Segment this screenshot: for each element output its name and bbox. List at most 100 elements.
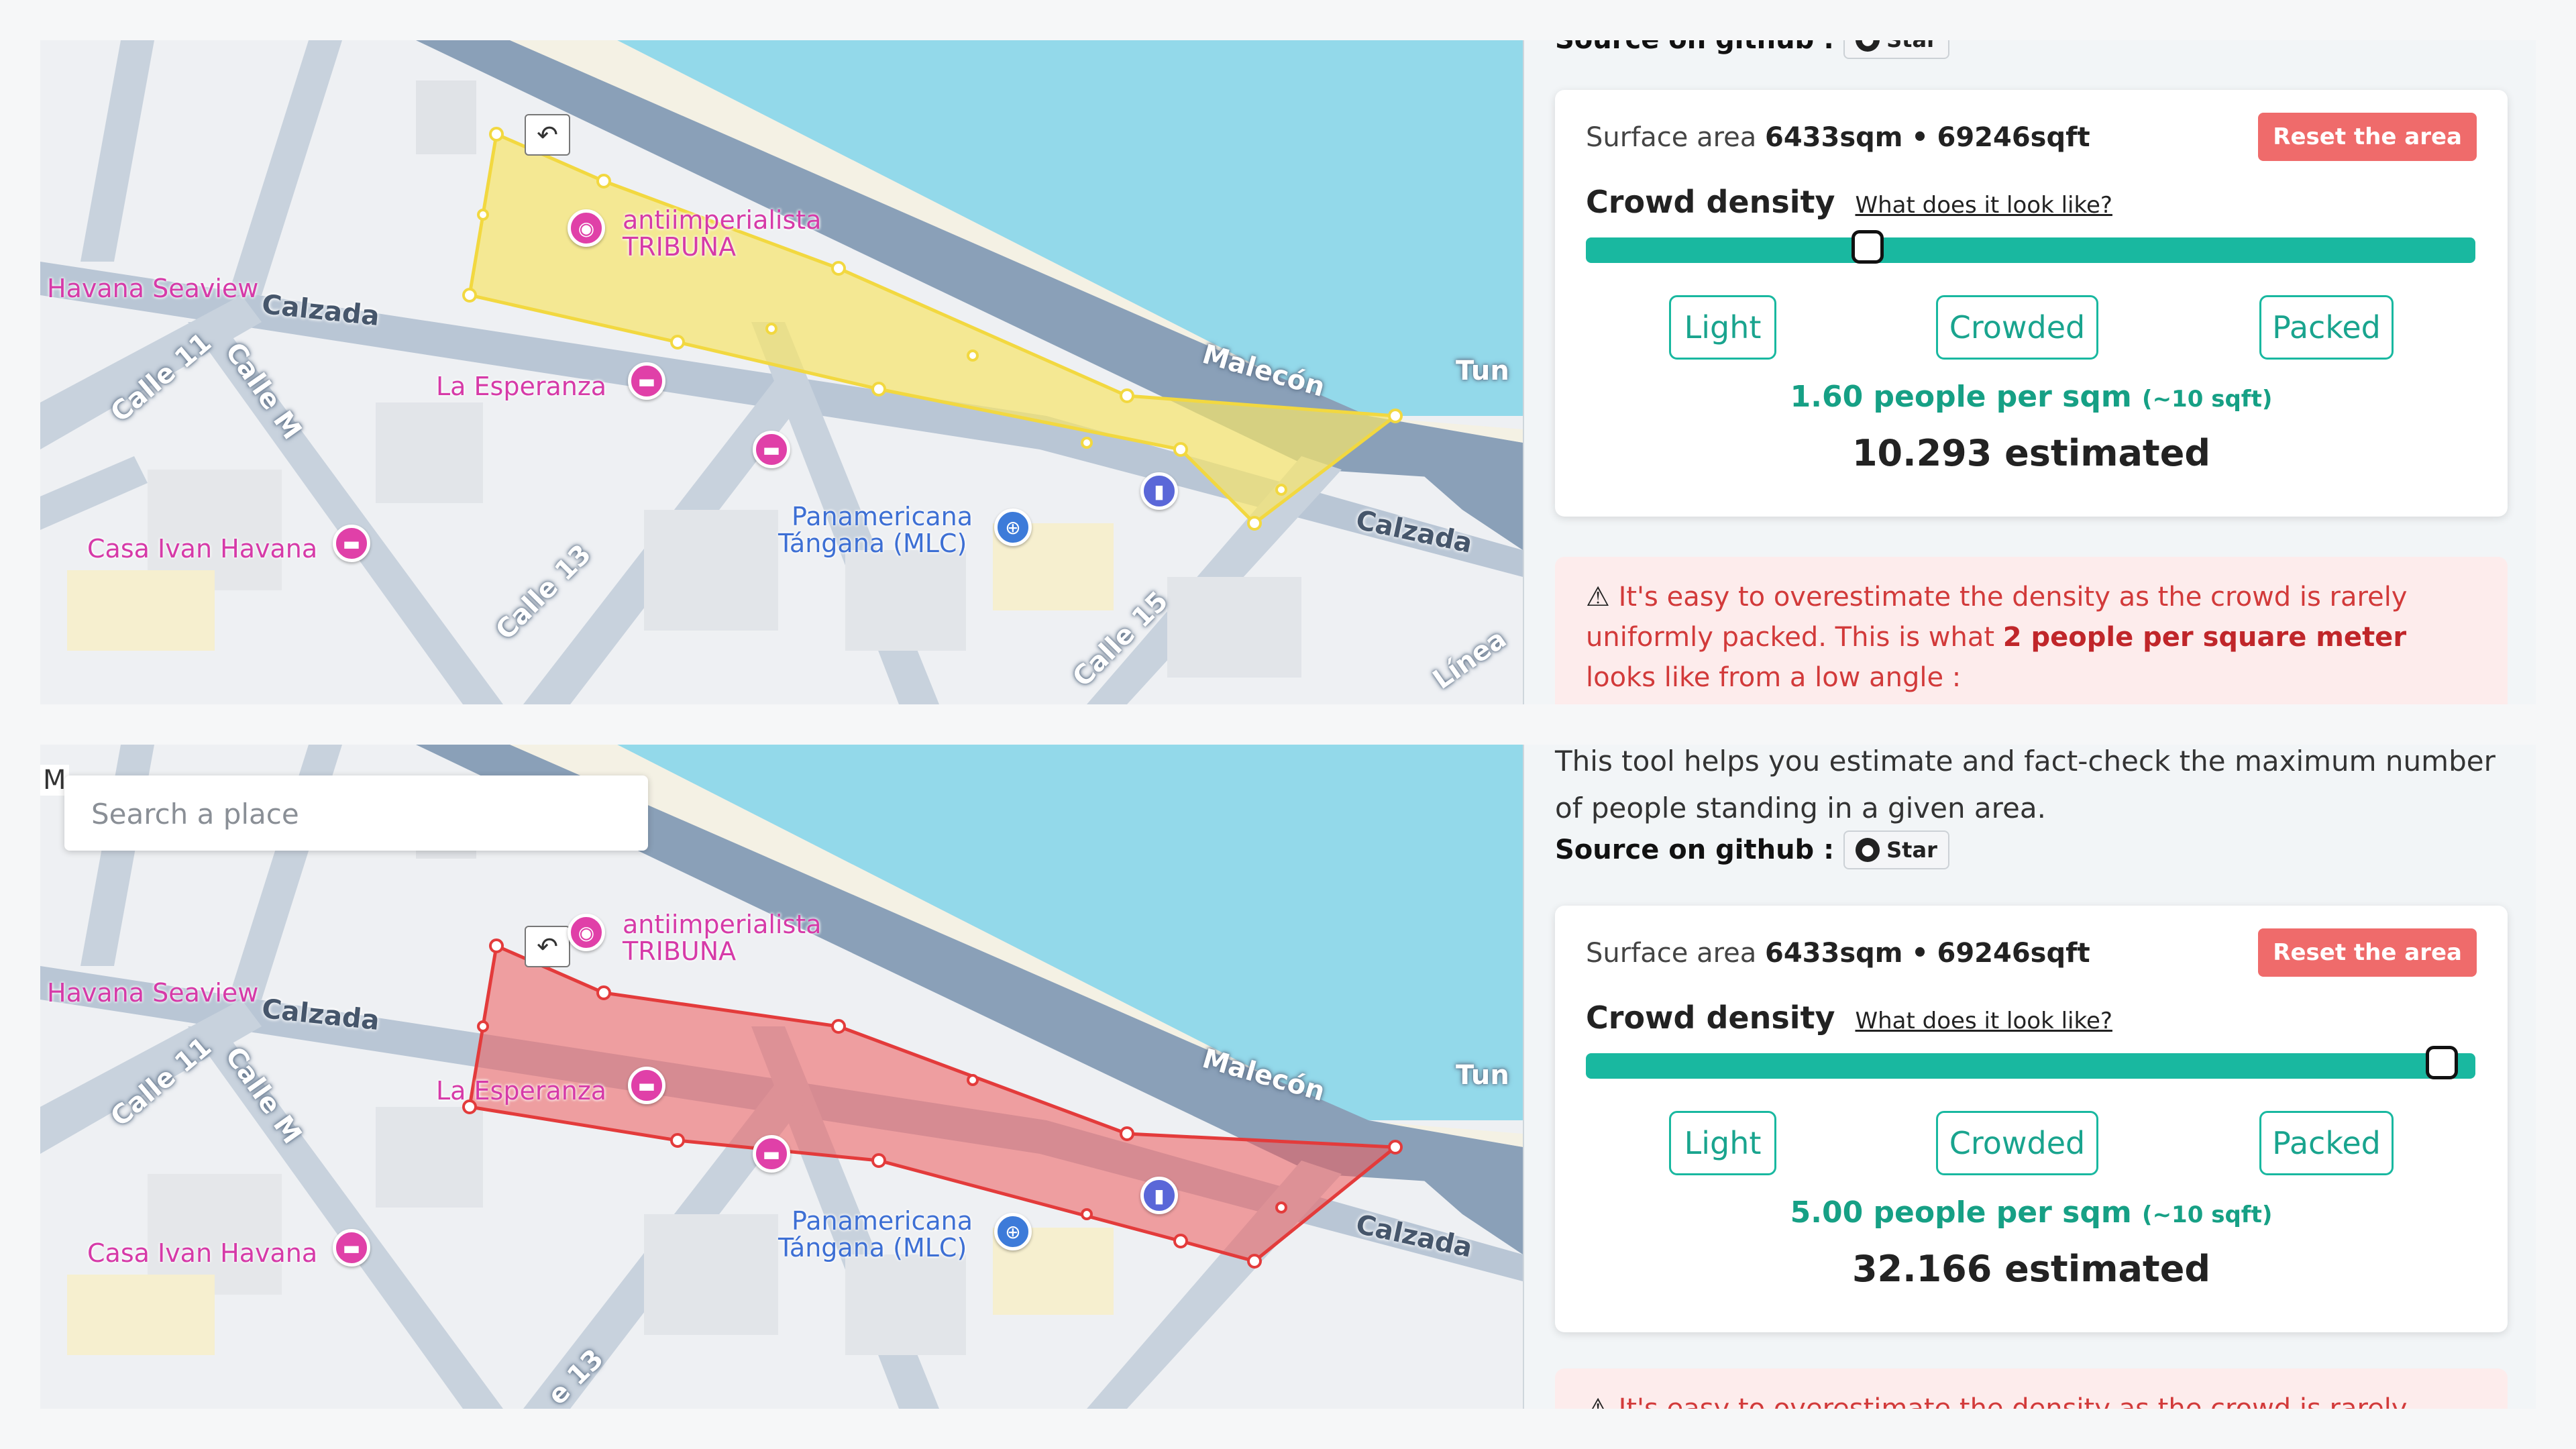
crowd-density-heading: Crowd density What does it look like? (1586, 184, 2112, 220)
estimated-count: 10.293 estimated (1851, 432, 2211, 474)
shopping-bag-icon: ⊕ (1005, 1220, 1021, 1243)
what-does-it-look-like-link[interactable]: What does it look like? (1856, 1008, 2112, 1034)
poi-casa-ivan[interactable]: Casa Ivan Havana (87, 534, 317, 564)
source-line: Source on github : ●Star (1555, 40, 1949, 59)
packed-button[interactable]: Packed (2259, 1111, 2394, 1175)
undo-icon: ↶ (537, 120, 558, 150)
hotel-pin-esperanza[interactable]: ▬ (628, 362, 665, 400)
shop-pin[interactable]: ⊕ (994, 508, 1032, 546)
fuel-icon: ▮ (1154, 1184, 1165, 1207)
density-slider-handle[interactable] (1851, 230, 1884, 264)
poi-tribuna-pin[interactable]: ◉ (568, 209, 605, 247)
light-button[interactable]: Light (1669, 295, 1776, 360)
reset-area-button[interactable]: Reset the area (2258, 928, 2477, 977)
density-slider[interactable] (1586, 230, 2475, 264)
surface-area: Surface area 6433sqm • 69246sqft (1586, 938, 2090, 969)
poi-antiimperialista[interactable]: antiimperialista (623, 910, 821, 939)
poi-antiimperialista[interactable]: antiimperialista (623, 205, 821, 235)
reset-area-button[interactable]: Reset the area (2258, 113, 2477, 161)
crowd-density-label: Crowd density (1586, 184, 1835, 220)
hotel-pin-casa-ivan[interactable]: ▬ (333, 1229, 370, 1267)
poi-panamericana[interactable]: Panamericana (792, 1208, 973, 1234)
search-box[interactable] (64, 775, 648, 852)
light-button[interactable]: Light (1669, 1111, 1776, 1175)
bed-icon: ▬ (762, 438, 781, 461)
github-star-button[interactable]: ●Star (1843, 40, 1949, 59)
surface-separator: • (1911, 938, 1929, 969)
map-view[interactable]: M ↶ Havana Seaview Calzada Malecón Tun C… (40, 745, 1523, 1409)
camera-icon: ◉ (578, 217, 595, 239)
poi-tribuna[interactable]: TRIBUNA (623, 232, 736, 262)
source-label: Source on github : (1555, 40, 1834, 55)
packed-button[interactable]: Packed (2259, 295, 2394, 360)
sqft-note: (~10 sqft) (2142, 1201, 2273, 1228)
poi-tribuna-pin[interactable]: ◉ (568, 914, 605, 951)
bed-icon: ▬ (342, 1236, 361, 1259)
search-input[interactable] (64, 775, 629, 852)
warning-text-cut: It's easy to overestimate the density as… (1618, 1393, 2408, 1409)
shopping-bag-icon: ⊕ (1005, 516, 1021, 539)
side-panel: Source on github : ● Star Surface area 64… (1524, 40, 2536, 704)
estimated-count: 32.166 estimated (1851, 1248, 2211, 1290)
source-line: Source on github : ●Star (1555, 830, 1949, 869)
density-slider-handle[interactable] (2426, 1046, 2459, 1079)
surface-sqm: 6433sqm (1765, 122, 1903, 153)
poi-tribuna[interactable]: TRIBUNA (623, 936, 736, 966)
people-per-sqm-value: 1.60 people per sqm (1790, 380, 2132, 414)
warning-text-2: looks like from a low angle : (1586, 662, 1962, 693)
undo-button[interactable]: ↶ (525, 114, 570, 156)
crowded-button[interactable]: Crowded (1936, 1111, 2098, 1175)
density-slider[interactable] (1586, 1046, 2475, 1079)
bed-icon: ▬ (637, 1074, 656, 1097)
poi-la-esperanza[interactable]: La Esperanza (436, 1076, 606, 1106)
github-star-button[interactable]: ●Star (1843, 830, 1949, 869)
street-tun: Tun (1456, 356, 1509, 386)
surface-label: Surface area (1586, 938, 1757, 969)
fuel-icon: ▮ (1154, 480, 1165, 502)
screenshot-bottom: M ↶ Havana Seaview Calzada Malecón Tun C… (40, 745, 2536, 1409)
poi-tangana[interactable]: Tángana (MLC) (778, 1234, 967, 1261)
street-tun: Tun (1456, 1060, 1509, 1091)
poi-casa-ivan[interactable]: Casa Ivan Havana (87, 1238, 317, 1268)
estimate-card: Surface area 6433sqm • 69246sqft Reset t… (1555, 906, 2508, 1332)
undo-icon: ↶ (537, 932, 558, 961)
crowd-density-heading: Crowd density What does it look like? (1586, 1000, 2112, 1036)
bed-icon: ▬ (342, 532, 361, 555)
surface-sqft: 69246sqft (1937, 122, 2090, 153)
poi-tangana[interactable]: Tángana (MLC) (778, 530, 967, 557)
hotel-pin-esperanza[interactable]: ▬ (628, 1067, 665, 1104)
warning-bold: 2 people per square meter (2002, 622, 2407, 653)
crowded-button[interactable]: Crowded (1936, 295, 2098, 360)
hotel-pin[interactable]: ▬ (753, 1135, 790, 1173)
surface-sqm: 6433sqm (1765, 938, 1903, 969)
poi-la-esperanza[interactable]: La Esperanza (436, 372, 606, 401)
warning-box: ⚠ It's easy to overestimate the density … (1555, 557, 2508, 704)
star-label: Star (1886, 40, 1937, 52)
bed-icon: ▬ (637, 370, 656, 392)
camera-icon: ◉ (578, 921, 595, 944)
surface-area: Surface area 6433sqm • 69246sqft (1586, 122, 2090, 153)
bed-icon: ▬ (762, 1142, 781, 1165)
hotel-pin-casa-ivan[interactable]: ▬ (333, 525, 370, 562)
warning-icon: ⚠ (1586, 1393, 1610, 1409)
poi-havana-seaview[interactable]: Havana Seaview (47, 274, 258, 303)
undo-button[interactable]: ↶ (525, 926, 570, 967)
fuel-pin[interactable]: ▮ (1140, 1177, 1178, 1214)
people-per-sqm-value: 5.00 people per sqm (1790, 1195, 2132, 1230)
people-per-sqm: 5.00 people per sqm (~10 sqft) (1555, 1195, 2508, 1230)
map-view[interactable]: ↶ Havana Seaview Calzada Malecón Tun Cal… (40, 40, 1523, 704)
warning-icon: ⚠ (1586, 582, 1610, 612)
fuel-pin[interactable]: ▮ (1140, 472, 1178, 510)
estimate-card: Surface area 6433sqm • 69246sqft Reset t… (1555, 90, 2508, 517)
hotel-pin[interactable]: ▬ (753, 431, 790, 468)
side-panel: This tool helps you estimate and fact-ch… (1524, 745, 2536, 1409)
screenshot-top: ↶ Havana Seaview Calzada Malecón Tun Cal… (40, 40, 2536, 704)
shop-pin[interactable]: ⊕ (994, 1213, 1032, 1250)
what-does-it-look-like-link[interactable]: What does it look like? (1856, 192, 2112, 219)
poi-havana-seaview[interactable]: Havana Seaview (47, 978, 258, 1008)
crowd-density-label: Crowd density (1586, 1000, 1835, 1036)
surface-sqft: 69246sqft (1937, 938, 2090, 969)
sqft-note: (~10 sqft) (2142, 386, 2273, 413)
github-icon: ● (1856, 838, 1880, 862)
poi-panamericana[interactable]: Panamericana (792, 503, 973, 530)
